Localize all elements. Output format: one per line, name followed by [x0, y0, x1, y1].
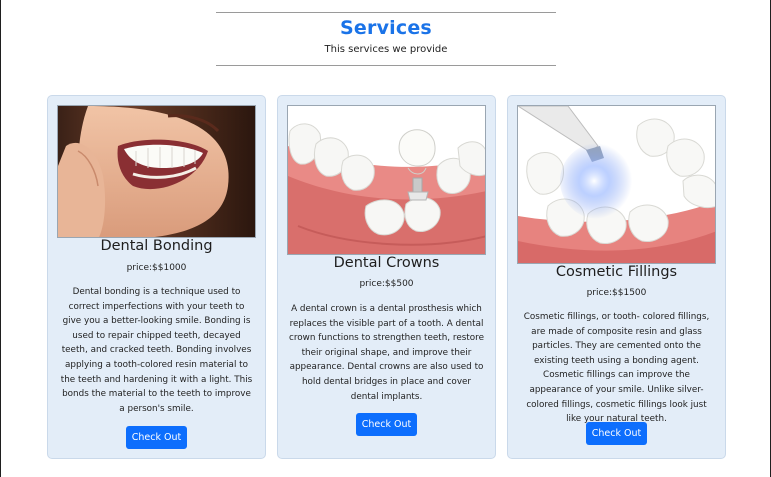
- section-title: Services: [340, 17, 432, 39]
- section-subtitle: This services we provide: [324, 44, 448, 55]
- card-description: Cosmetic fillings, or tooth- colored fil…: [523, 312, 710, 425]
- check-out-button[interactable]: Check Out: [356, 413, 417, 436]
- check-out-button[interactable]: Check Out: [126, 426, 187, 449]
- dental-crowns-image: [287, 105, 486, 255]
- card-description: A dental crown is a dental prosthesis wh…: [289, 304, 484, 402]
- service-card-dental-bonding: Dental Bonding price:$$1000 Dental bondi…: [47, 95, 266, 459]
- check-out-button[interactable]: Check Out: [586, 422, 647, 445]
- service-card-dental-crowns: Dental Crowns price:$$500 A dental crown…: [277, 95, 496, 459]
- card-title: Dental Bonding: [100, 238, 213, 254]
- card-price: price:$$1000: [126, 263, 187, 273]
- card-price: price:$$1500: [586, 288, 647, 298]
- dental-bonding-image: [57, 105, 256, 238]
- card-title: Cosmetic Fillings: [555, 264, 678, 280]
- card-title: Dental Crowns: [333, 255, 440, 271]
- cosmetic-fillings-image: [517, 105, 716, 264]
- card-price: price:$$500: [359, 279, 414, 289]
- card-description: Dental bonding is a technique used to co…: [60, 287, 253, 414]
- section-header: Services This services we provide: [216, 12, 556, 66]
- service-card-cosmetic-fillings: Cosmetic Fillings price:$$1500 Cosmetic …: [507, 95, 726, 459]
